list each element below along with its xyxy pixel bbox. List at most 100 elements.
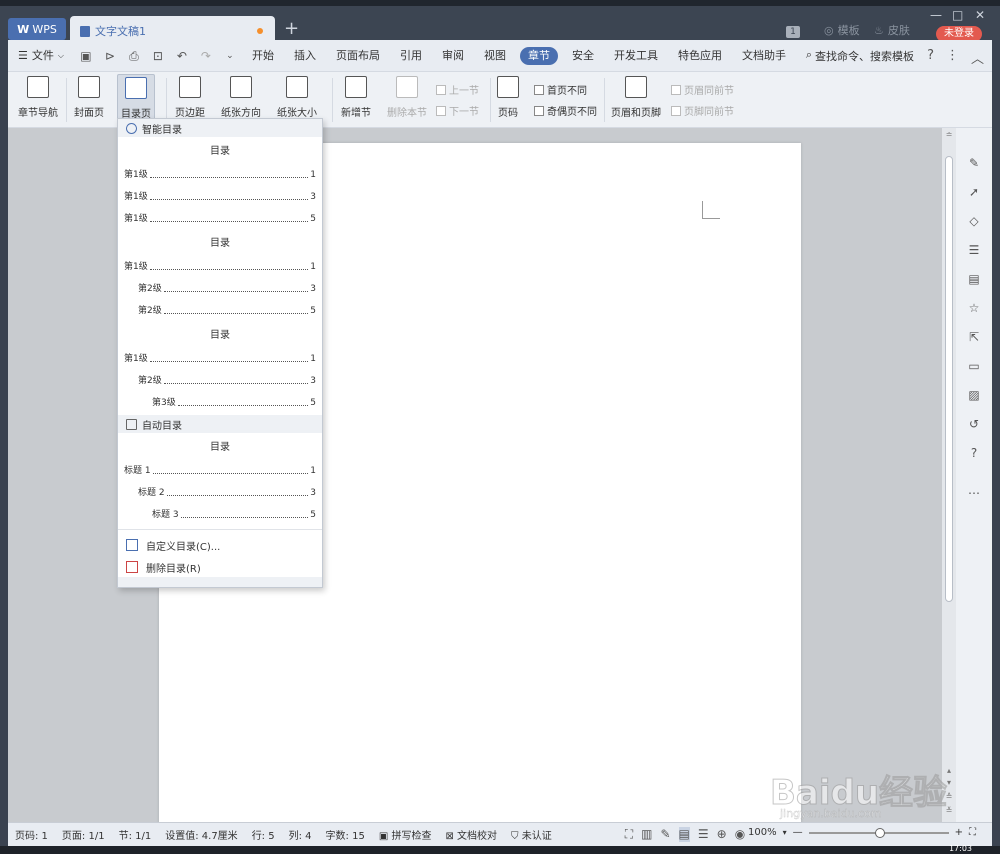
header-same-as-prev-label: 页眉同前节	[684, 86, 734, 97]
delete-section-button[interactable]: 删除本节	[387, 76, 427, 119]
wps-home-tab[interactable]: W WPS	[8, 18, 66, 40]
eye-protection-icon[interactable]: ◉	[735, 827, 745, 842]
fullscreen-icon[interactable]: ⛶	[625, 827, 633, 842]
menu-view[interactable]: 视图	[474, 40, 516, 72]
image-icon[interactable]: ▨	[967, 388, 981, 402]
menu-review[interactable]: 审阅	[432, 40, 474, 72]
save-icon[interactable]: ▣	[78, 48, 94, 64]
proofread-button[interactable]: ⊠ 文档校对	[438, 827, 504, 842]
print-icon[interactable]: ⎙	[126, 48, 142, 64]
gallery-icon[interactable]: ▤	[967, 272, 981, 286]
status-col[interactable]: 列: 4	[282, 827, 319, 842]
certification-status[interactable]: ⛉ 未认证	[504, 827, 559, 842]
odd-even-different-checkbox[interactable]: 奇偶页不同	[534, 103, 597, 118]
customize-icon[interactable]: ⌄	[222, 48, 238, 64]
minimize-icon[interactable]: —	[930, 8, 942, 22]
zoom-dropdown-icon[interactable]: ▾	[783, 828, 787, 837]
chapter-nav-button[interactable]: 章节导航	[18, 76, 58, 119]
paper-size-button[interactable]: 纸张大小	[277, 76, 317, 119]
spell-check-icon: ▣	[378, 831, 389, 842]
collapse-ribbon-icon[interactable]: ︿	[971, 48, 984, 67]
right-tool-panel: ✎ ➚ ◇ ☰ ▤ ☆ ⇱ ▭ ▨ ↺ ? ⋯	[956, 128, 992, 822]
more-dots-icon[interactable]: ⋯	[967, 486, 981, 500]
fit-page-icon[interactable]: ⛶	[969, 827, 976, 838]
archive-icon[interactable]: ▭	[967, 359, 981, 373]
undo-icon[interactable]: ↶	[174, 48, 190, 64]
menu-dev-tools[interactable]: 开发工具	[604, 40, 668, 72]
spell-check-button[interactable]: ▣ 拼写检查	[372, 827, 439, 842]
scroll-thumb[interactable]	[945, 156, 953, 602]
footer-same-as-prev-checkbox[interactable]: 页脚同前节	[671, 103, 734, 118]
menu-reference[interactable]: 引用	[390, 40, 432, 72]
new-tab-button[interactable]: +	[284, 20, 299, 38]
star-icon[interactable]: ☆	[967, 301, 981, 315]
toc-template-option[interactable]: 目录 第1级 1 第2级 3 第2级 5	[118, 233, 322, 321]
file-menu[interactable]: ☰ 文件 ⌵	[8, 40, 74, 72]
history-icon[interactable]: ↺	[967, 417, 981, 431]
toc-template-option[interactable]: 目录 标题 1 1 标题 2 3 标题 3 5	[118, 437, 322, 525]
export-icon[interactable]: ⊳	[102, 48, 118, 64]
zoom-level[interactable]: 100%	[748, 827, 777, 838]
help-icon[interactable]: ?	[927, 48, 934, 67]
skin-button[interactable]: ♨ 皮肤	[874, 22, 910, 38]
orientation-button[interactable]: 纸张方向	[221, 76, 261, 119]
status-page-number[interactable]: 页码: 1	[8, 827, 55, 842]
share-icon[interactable]: ⇱	[967, 330, 981, 344]
header-footer-button[interactable]: 页眉和页脚	[611, 76, 661, 119]
toc-line-page: 3	[310, 488, 316, 498]
help-circle-icon[interactable]: ?	[967, 446, 981, 460]
menu-special-apps[interactable]: 特色应用	[668, 40, 732, 72]
status-pages[interactable]: 页面: 1/1	[55, 827, 112, 842]
print-preview-icon[interactable]: ⊡	[150, 48, 166, 64]
prev-section-button[interactable]: 上一节	[436, 82, 479, 97]
status-setting[interactable]: 设置值: 4.7厘米	[158, 827, 244, 842]
header-same-as-prev-checkbox[interactable]: 页眉同前节	[671, 82, 734, 97]
status-section[interactable]: 节: 1/1	[112, 827, 159, 842]
page-view-icon[interactable]: ▤	[678, 827, 690, 842]
zoom-slider[interactable]	[808, 827, 949, 838]
custom-toc-item[interactable]: 自定义目录(C)...	[118, 534, 322, 556]
toc-template-option[interactable]: 目录 第1级 1 第1级 3 第1级 5	[118, 141, 322, 229]
ribbon-divider	[490, 78, 491, 122]
add-section-icon	[345, 76, 367, 98]
menu-start[interactable]: 开始	[242, 40, 284, 72]
more-icon[interactable]: ⋮	[946, 48, 959, 67]
outline-view-icon[interactable]: ☰	[698, 827, 709, 842]
settings-sliders-icon[interactable]: ☰	[967, 243, 981, 257]
add-section-button[interactable]: 新增节	[341, 76, 371, 119]
write-mode-icon[interactable]: ✎	[660, 827, 670, 842]
toc-preview-line: 第2级 3	[124, 277, 316, 299]
menu-doc-assistant[interactable]: 文档助手	[732, 40, 796, 72]
zoom-in-icon[interactable]: +	[955, 827, 963, 838]
menu-page-layout[interactable]: 页面布局	[326, 40, 390, 72]
status-row[interactable]: 行: 5	[245, 827, 282, 842]
shapes-icon[interactable]: ◇	[967, 214, 981, 228]
scroll-up-icon[interactable]: ≐	[944, 130, 954, 139]
zoom-slider-knob[interactable]	[874, 827, 885, 838]
next-section-button[interactable]: 下一节	[436, 103, 479, 118]
reading-mode-icon[interactable]: ▥	[641, 827, 652, 842]
window-count-badge[interactable]: 1	[786, 26, 800, 38]
menu-security[interactable]: 安全	[562, 40, 604, 72]
toc-page-button[interactable]: 目录页	[117, 74, 155, 124]
pen-icon[interactable]: ✎	[967, 156, 981, 170]
first-page-different-checkbox[interactable]: 首页不同	[534, 82, 587, 97]
delete-toc-item[interactable]: 删除目录(R)	[118, 556, 322, 578]
web-view-icon[interactable]: ⊕	[717, 827, 727, 842]
status-word-count[interactable]: 字数: 15	[319, 827, 372, 842]
cover-page-button[interactable]: 封面页	[74, 76, 104, 119]
zoom-out-icon[interactable]: —	[793, 827, 803, 838]
maximize-icon[interactable]: □	[952, 8, 963, 22]
template-button[interactable]: ◎ 模板	[824, 22, 860, 38]
redo-icon[interactable]: ↷	[198, 48, 214, 64]
menu-insert[interactable]: 插入	[284, 40, 326, 72]
close-icon[interactable]: ✕	[975, 8, 985, 22]
toc-template-option[interactable]: 目录 第1级 1 第2级 3 第3级 5	[118, 325, 322, 413]
margins-button[interactable]: 页边距	[175, 76, 205, 119]
vertical-scrollbar[interactable]: ≐ ▴ ▾ ≙ ≚	[942, 128, 956, 822]
command-search[interactable]: ⌕ 查找命令、搜索模板	[806, 48, 914, 64]
menu-chapter[interactable]: 章节	[519, 46, 558, 65]
page-number-button[interactable]: 页码	[497, 76, 519, 119]
hamburger-icon: ☰	[18, 48, 28, 62]
pointer-icon[interactable]: ➚	[967, 185, 981, 199]
